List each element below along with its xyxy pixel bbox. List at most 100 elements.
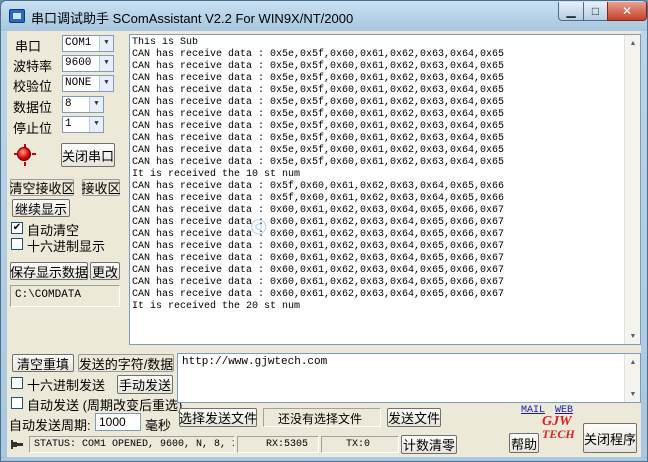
close-window-button[interactable]: ✕ <box>607 2 647 21</box>
send-scrollbar[interactable]: ▲ ▼ <box>624 354 640 402</box>
receive-line: CAN has receive data : 0x5e,0x5f,0x60,0x… <box>132 121 505 132</box>
receive-scrollbar[interactable]: ▲ ▼ <box>624 35 640 344</box>
hex-send-checkbox[interactable] <box>11 377 23 389</box>
window-title: 串口调试助手 SComAssistant V2.2 For WIN9X/NT/2… <box>31 11 354 26</box>
clear-receive-button[interactable]: 清空接收区 <box>10 179 75 196</box>
close-icon: ✕ <box>621 4 633 18</box>
period-unit: 毫秒 <box>145 418 172 433</box>
receive-line: It is received the 10 st num <box>132 169 301 180</box>
receive-line: This is Sub <box>132 37 199 48</box>
chevron-down-icon[interactable]: ▼ <box>99 56 113 71</box>
baud-select-value: 9600 <box>65 57 92 69</box>
baud-label: 波特率 <box>13 59 53 74</box>
hex-send-label: 十六进制发送 <box>27 378 106 393</box>
chevron-down-icon[interactable]: ▼ <box>89 117 103 132</box>
close-port-button[interactable]: 关闭串口 <box>61 143 115 167</box>
plug-icon <box>11 438 25 451</box>
auto-send-label: 自动发送 (周期改变后重选) <box>27 398 183 413</box>
check-icon: ✔ <box>12 222 22 233</box>
receive-line: CAN has receive data : 0x5e,0x5f,0x60,0x… <box>132 49 505 60</box>
receive-line: CAN has receive data : 0x5e,0x5f,0x60,0x… <box>132 109 505 120</box>
change-path-button[interactable]: 更改 <box>90 262 120 280</box>
send-file-button[interactable]: 发送文件 <box>387 408 441 427</box>
manual-send-button[interactable]: 手动发送 <box>117 375 173 394</box>
period-label: 自动发送周期: <box>9 418 91 433</box>
databits-select-value: 8 <box>65 98 72 110</box>
status-tx: TX:0 <box>321 436 399 453</box>
parity-label: 校验位 <box>13 79 53 94</box>
app-window: 串口调试助手 SComAssistant V2.2 For WIN9X/NT/2… <box>0 0 648 462</box>
receive-line: CAN has receive data : 0x60,0x61,0x62,0x… <box>132 253 505 264</box>
watermark-logo-icon: ◎ <box>250 215 268 237</box>
scroll-down-icon[interactable]: ▼ <box>626 387 640 401</box>
receive-textarea[interactable]: This is Sub CAN has receive data : 0x5e,0… <box>129 34 641 345</box>
close-app-button[interactable]: 关闭程序 <box>583 423 637 453</box>
select-file-button[interactable]: 选择发送文件 <box>179 408 257 427</box>
receive-line: CAN has receive data : 0x5e,0x5f,0x60,0x… <box>132 145 505 156</box>
scroll-up-icon[interactable]: ▲ <box>626 355 640 369</box>
hex-display-checkbox[interactable] <box>11 238 23 250</box>
receive-line: CAN has receive data : 0x5f,0x60,0x61,0x… <box>132 181 505 192</box>
chevron-down-icon[interactable]: ▼ <box>99 76 113 91</box>
receive-content: This is Sub CAN has receive data : 0x5e,0… <box>132 37 624 342</box>
receive-line: CAN has receive data : 0x5f,0x60,0x61,0x… <box>132 193 505 204</box>
receive-line: CAN has receive data : 0x60,0x61,0x62,0x… <box>132 217 505 228</box>
receive-line: CAN has receive data : 0x60,0x61,0x62,0x… <box>132 289 505 300</box>
databits-label: 数据位 <box>13 100 53 115</box>
send-textarea[interactable]: http://www.gjwtech.com ▲ ▼ <box>177 353 641 403</box>
receive-line: CAN has receive data : 0x5e,0x5f,0x60,0x… <box>132 85 505 96</box>
logo-line2: TECH <box>542 427 575 441</box>
databits-select[interactable]: 8 ▼ <box>62 96 104 113</box>
receive-line: CAN has receive data : 0x5e,0x5f,0x60,0x… <box>132 61 505 72</box>
stop-display-button[interactable]: 继续显示 <box>12 199 70 217</box>
scroll-down-icon[interactable]: ▼ <box>626 329 640 343</box>
status-rx: RX:5305 <box>237 436 319 453</box>
count-clear-button[interactable]: 计数清零 <box>401 435 457 454</box>
receive-line: CAN has receive data : 0x5e,0x5f,0x60,0x… <box>132 133 505 144</box>
stopbits-select[interactable]: 1 ▼ <box>62 116 104 133</box>
receive-line: It is received the 20 st num <box>132 301 301 312</box>
receive-line: CAN has receive data : 0x60,0x61,0x62,0x… <box>132 205 505 216</box>
receive-line: CAN has receive data : 0x5e,0x5f,0x60,0x… <box>132 73 505 84</box>
port-status-led-icon <box>14 144 36 166</box>
receive-area-button[interactable]: 接收区 <box>82 179 121 196</box>
parity-select[interactable]: NONE ▼ <box>62 75 114 92</box>
auto-clear-checkbox[interactable]: ✔ <box>11 222 23 234</box>
led-dot <box>17 147 31 161</box>
client-area: 串口 COM1 ▼ 波特率 9600 ▼ 校验位 NONE ▼ 数据位 8 ▼ … <box>7 31 641 457</box>
parity-select-value: NONE <box>65 77 92 89</box>
save-path-display: C:\COMDATA <box>10 285 120 307</box>
minimize-icon: ▁ <box>566 4 576 18</box>
save-display-button[interactable]: 保存显示数据 <box>10 262 88 280</box>
title-bar[interactable]: 串口调试助手 SComAssistant V2.2 For WIN9X/NT/2… <box>1 1 647 31</box>
receive-line: CAN has receive data : 0x60,0x61,0x62,0x… <box>132 241 505 252</box>
period-input[interactable]: 1000 <box>95 413 141 431</box>
scroll-up-icon[interactable]: ▲ <box>626 36 640 50</box>
receive-line: CAN has receive data : 0x5e,0x5f,0x60,0x… <box>132 157 505 168</box>
auto-send-checkbox[interactable] <box>11 397 23 409</box>
hex-display-label: 十六进制显示 <box>27 239 106 254</box>
receive-line: CAN has receive data : 0x60,0x61,0x62,0x… <box>132 265 505 276</box>
help-button[interactable]: 帮助 <box>509 433 539 453</box>
port-select-value: COM1 <box>65 37 92 49</box>
maximize-button[interactable]: □ <box>583 2 608 21</box>
status-port: STATUS: COM1 OPENED, 9600, N, 8, 1 <box>29 436 235 453</box>
app-icon <box>9 9 25 23</box>
send-chars-button[interactable]: 发送的字符/数据 <box>78 354 174 372</box>
minimize-button[interactable]: ▁ <box>558 2 584 21</box>
receive-line: CAN has receive data : 0x60,0x61,0x62,0x… <box>132 229 505 240</box>
maximize-icon: □ <box>591 4 600 18</box>
receive-line: CAN has receive data : 0x60,0x61,0x62,0x… <box>132 277 505 288</box>
chevron-down-icon[interactable]: ▼ <box>89 97 103 112</box>
status-bar: STATUS: COM1 OPENED, 9600, N, 8, 1 RX:53… <box>7 415 641 455</box>
baud-select[interactable]: 9600 ▼ <box>62 55 114 72</box>
stopbits-select-value: 1 <box>65 118 72 130</box>
gjwtech-logo: GJW TECH <box>542 415 575 441</box>
receive-line: CAN has receive data : 0x5e,0x5f,0x60,0x… <box>132 97 505 108</box>
port-label: 串口 <box>15 39 42 54</box>
stopbits-label: 停止位 <box>13 121 53 136</box>
send-content: http://www.gjwtech.com <box>182 356 328 368</box>
clear-resend-button[interactable]: 清空重填 <box>12 354 74 372</box>
port-select[interactable]: COM1 ▼ <box>62 35 114 52</box>
chevron-down-icon[interactable]: ▼ <box>99 36 113 51</box>
